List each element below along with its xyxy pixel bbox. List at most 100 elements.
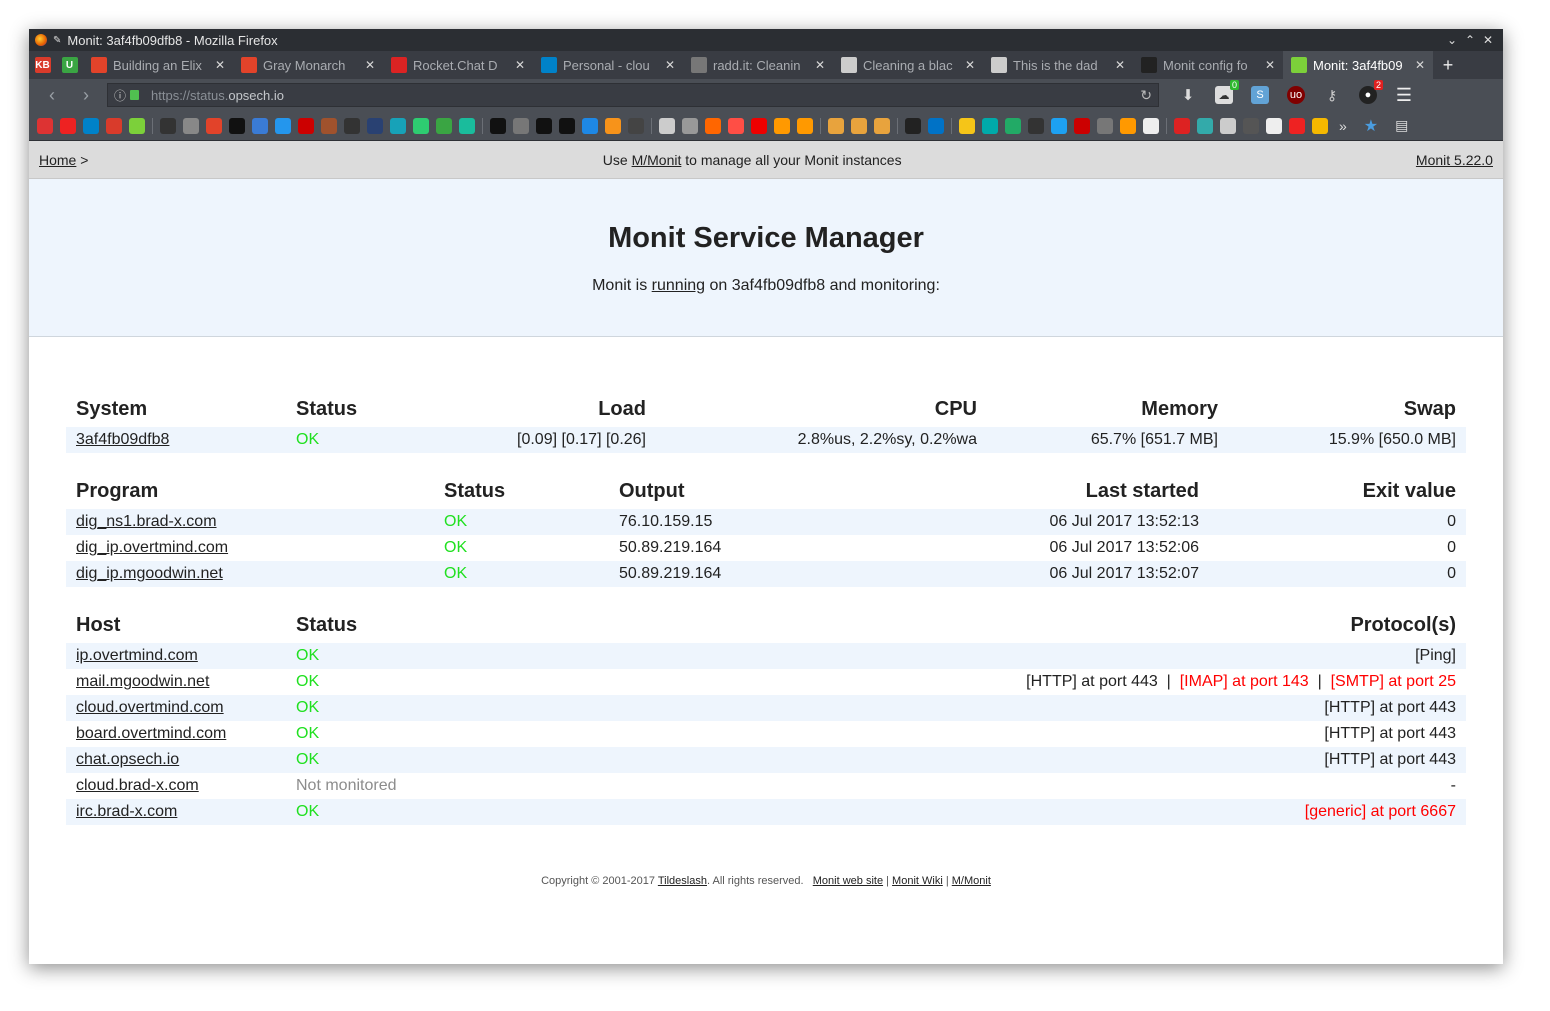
key-icon[interactable]: ⚷ xyxy=(1323,86,1341,104)
bookmark-icon[interactable] xyxy=(1243,117,1259,134)
mmonit-link[interactable]: M/Monit xyxy=(632,152,682,168)
bookmark-icon[interactable] xyxy=(1312,117,1328,134)
browser-tab[interactable]: KB xyxy=(29,51,56,79)
download-icon[interactable]: ⬇ xyxy=(1179,86,1197,104)
bookmarks-overflow-icon[interactable]: » xyxy=(1339,118,1347,134)
browser-tab[interactable]: radd.it: Cleanin ✕ xyxy=(683,51,833,79)
bookmark-icon[interactable] xyxy=(413,117,429,134)
host-link[interactable]: mail.mgoodwin.net xyxy=(76,673,209,690)
new-tab-button[interactable]: + xyxy=(1433,51,1463,79)
pin-icon[interactable]: ✎ xyxy=(53,35,61,46)
tab-close-icon[interactable]: ✕ xyxy=(1115,58,1125,72)
bookmark-icon[interactable] xyxy=(905,117,921,134)
bookmark-icon[interactable] xyxy=(536,117,552,134)
info-icon[interactable]: ⓘ xyxy=(114,87,126,104)
browser-tab[interactable]: Gray Monarch ✕ xyxy=(233,51,383,79)
maximize-button[interactable]: ⌃ xyxy=(1461,33,1479,47)
bookmark-icon[interactable] xyxy=(60,117,76,134)
url-text[interactable]: https://status.opsech.io xyxy=(151,88,1140,103)
program-link[interactable]: dig_ip.mgoodwin.net xyxy=(76,565,223,582)
bookmark-icon[interactable] xyxy=(298,117,314,134)
bookmark-icon[interactable] xyxy=(367,117,383,134)
bookmark-icon[interactable] xyxy=(321,117,337,134)
bookmark-icon[interactable] xyxy=(1097,117,1113,134)
program-link[interactable]: dig_ip.overtmind.com xyxy=(76,539,228,556)
bookmark-icon[interactable] xyxy=(160,117,176,134)
browser-tab[interactable]: U xyxy=(56,51,83,79)
back-button[interactable]: ‹ xyxy=(35,85,69,106)
tab-close-icon[interactable]: ✕ xyxy=(365,58,375,72)
bookmark-icon[interactable] xyxy=(83,117,99,134)
host-link[interactable]: ip.overtmind.com xyxy=(76,647,198,664)
bookmark-icon[interactable] xyxy=(1143,117,1159,134)
monit-website-link[interactable]: Monit web site xyxy=(813,875,883,887)
skype-icon[interactable]: S xyxy=(1251,86,1269,104)
bookmark-icon[interactable] xyxy=(928,117,944,134)
host-link[interactable]: cloud.brad-x.com xyxy=(76,777,199,794)
bookmark-icon[interactable] xyxy=(436,117,452,134)
bookmark-icon[interactable] xyxy=(1220,117,1236,134)
bookmark-icon[interactable] xyxy=(1174,117,1190,134)
bookmark-icon[interactable] xyxy=(129,117,145,134)
clipboard-icon[interactable]: ▤ xyxy=(1395,117,1408,134)
bookmark-icon[interactable] xyxy=(628,117,644,134)
host-link[interactable]: board.overtmind.com xyxy=(76,725,226,742)
minimize-button[interactable]: ⌄ xyxy=(1443,33,1461,47)
tab-close-icon[interactable]: ✕ xyxy=(965,58,975,72)
browser-tab[interactable]: Rocket.Chat D ✕ xyxy=(383,51,533,79)
bookmark-icon[interactable] xyxy=(1051,117,1067,134)
bookmark-icon[interactable] xyxy=(206,117,222,134)
close-window-button[interactable]: ✕ xyxy=(1479,33,1497,47)
bookmark-icon[interactable] xyxy=(982,117,998,134)
host-link[interactable]: chat.opsech.io xyxy=(76,751,179,768)
bookmark-icon[interactable] xyxy=(106,117,122,134)
tab-close-icon[interactable]: ✕ xyxy=(815,58,825,72)
bookmark-icon[interactable] xyxy=(183,117,199,134)
bookmark-icon[interactable] xyxy=(1266,117,1282,134)
browser-tab[interactable]: Monit config fo ✕ xyxy=(1133,51,1283,79)
version-link[interactable]: Monit 5.22.0 xyxy=(1416,152,1493,168)
bookmark-icon[interactable] xyxy=(513,117,529,134)
bookmark-icon[interactable] xyxy=(682,117,698,134)
tab-close-icon[interactable]: ✕ xyxy=(1265,58,1275,72)
star-icon[interactable]: ★ xyxy=(1364,116,1378,136)
extension-icon[interactable]: ☁ 0 xyxy=(1215,80,1239,104)
bookmark-icon[interactable] xyxy=(275,117,291,134)
footer-mmonit-link[interactable]: M/Monit xyxy=(952,875,991,887)
lock-icon[interactable] xyxy=(130,90,140,100)
bookmark-icon[interactable] xyxy=(728,117,744,134)
browser-tab[interactable]: Cleaning a blac ✕ xyxy=(833,51,983,79)
bookmark-icon[interactable] xyxy=(797,117,813,134)
reload-icon[interactable]: ↻ xyxy=(1140,87,1152,104)
browser-tab[interactable]: Building an Elix ✕ xyxy=(83,51,233,79)
github-notifier-icon[interactable]: ● 2 xyxy=(1359,80,1383,104)
bookmark-icon[interactable] xyxy=(390,117,406,134)
bookmark-icon[interactable] xyxy=(959,117,975,134)
tab-close-icon[interactable]: ✕ xyxy=(1415,58,1425,72)
bookmark-icon[interactable] xyxy=(37,117,53,134)
bookmark-icon[interactable] xyxy=(344,117,360,134)
bookmark-icon[interactable] xyxy=(229,117,245,134)
host-link[interactable]: irc.brad-x.com xyxy=(76,803,177,820)
forward-button[interactable]: › xyxy=(69,85,103,106)
bookmark-icon[interactable] xyxy=(828,117,844,134)
program-link[interactable]: dig_ns1.brad-x.com xyxy=(76,513,217,530)
bookmark-icon[interactable] xyxy=(490,117,506,134)
bookmark-icon[interactable] xyxy=(774,117,790,134)
bookmark-icon[interactable] xyxy=(1005,117,1021,134)
bookmark-icon[interactable] xyxy=(459,117,475,134)
running-link[interactable]: running xyxy=(652,277,705,294)
monit-wiki-link[interactable]: Monit Wiki xyxy=(892,875,943,887)
tab-close-icon[interactable]: ✕ xyxy=(215,58,225,72)
bookmark-icon[interactable] xyxy=(751,117,767,134)
url-bar[interactable]: ⓘ https://status.opsech.io ↻ xyxy=(107,83,1159,107)
tab-close-icon[interactable]: ✕ xyxy=(665,58,675,72)
bookmark-icon[interactable] xyxy=(1120,117,1136,134)
bookmark-icon[interactable] xyxy=(1028,117,1044,134)
tildeslash-link[interactable]: Tildeslash xyxy=(658,875,707,887)
bookmark-icon[interactable] xyxy=(605,117,621,134)
bookmark-icon[interactable] xyxy=(851,117,867,134)
bookmark-icon[interactable] xyxy=(582,117,598,134)
ublock-icon[interactable]: uo xyxy=(1287,86,1305,104)
bookmark-icon[interactable] xyxy=(1289,117,1305,134)
